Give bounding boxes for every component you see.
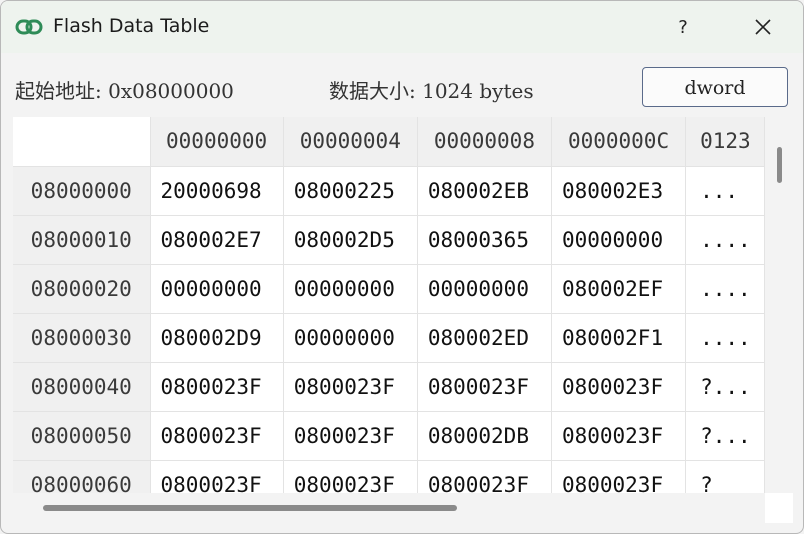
column-header-ascii[interactable]: 0123 (685, 117, 765, 167)
info-bar: 起始地址: 0x08000000 数据大小: 1024 bytes dword (1, 53, 803, 117)
help-button[interactable]: ? (665, 11, 701, 45)
table-row: 08000010 080002E7 080002D5 08000365 0000… (13, 215, 765, 265)
start-address-label: 起始地址: 0x08000000 (15, 79, 234, 103)
table-row: 08000020 00000000 00000000 00000000 0800… (13, 264, 765, 314)
table-cell[interactable]: 0800023F (551, 362, 687, 412)
table-cell[interactable]: 0800023F (551, 460, 687, 493)
row-address[interactable]: 08000010 (13, 215, 151, 265)
corner-header (13, 117, 151, 167)
column-header[interactable]: 00000004 (283, 117, 418, 167)
row-address[interactable]: 08000050 (13, 411, 151, 461)
table-cell[interactable]: 00000000 (283, 264, 418, 314)
table-cell[interactable]: 0800023F (150, 362, 284, 412)
row-address[interactable]: 08000060 (13, 460, 151, 493)
row-address[interactable]: 08000040 (13, 362, 151, 412)
horizontal-scrollbar[interactable] (13, 493, 765, 523)
vertical-scrollbar[interactable] (765, 117, 803, 493)
table-cell[interactable]: 00000000 (150, 264, 284, 314)
table-cell[interactable]: 20000698 (150, 166, 284, 216)
ascii-cell[interactable]: ... (685, 166, 765, 216)
row-address[interactable]: 08000030 (13, 313, 151, 363)
table-cell[interactable]: 08000365 (417, 215, 552, 265)
column-header[interactable]: 00000000 (150, 117, 284, 167)
ascii-cell[interactable]: ?... (685, 411, 765, 461)
table-cell[interactable]: 0800023F (283, 411, 418, 461)
table-cell[interactable]: 0800023F (417, 362, 552, 412)
vertical-scroll-thumb[interactable] (777, 147, 782, 183)
table-cell[interactable]: 00000000 (417, 264, 552, 314)
table-cell[interactable]: 00000000 (283, 313, 418, 363)
table-cell[interactable]: 0800023F (283, 362, 418, 412)
table-cell[interactable]: 08000225 (283, 166, 418, 216)
table-cell[interactable]: 080002E3 (551, 166, 687, 216)
data-grid: 00000000 00000004 00000008 0000000C 0123… (13, 117, 765, 493)
header-row: 00000000 00000004 00000008 0000000C 0123 (13, 117, 765, 167)
table-cell[interactable]: 080002ED (417, 313, 552, 363)
table-row: 08000040 0800023F 0800023F 0800023F 0800… (13, 362, 765, 412)
table-cell[interactable]: 080002EB (417, 166, 552, 216)
table-row: 08000000 20000698 08000225 080002EB 0800… (13, 166, 765, 216)
table-row: 08000030 080002D9 00000000 080002ED 0800… (13, 313, 765, 363)
horizontal-scroll-thumb[interactable] (43, 505, 457, 511)
table-row: 08000060 0800023F 0800023F 0800023F 0800… (13, 460, 765, 493)
data-table[interactable]: 00000000 00000004 00000008 0000000C 0123… (13, 117, 765, 493)
table-cell[interactable]: 080002F1 (551, 313, 687, 363)
link-icon (15, 19, 43, 35)
ascii-cell[interactable]: ? (685, 460, 765, 493)
table-cell[interactable]: 080002DB (417, 411, 552, 461)
table-cell[interactable]: 0800023F (150, 411, 284, 461)
table-cell[interactable]: 080002E7 (150, 215, 284, 265)
row-address[interactable]: 08000020 (13, 264, 151, 314)
table-cell[interactable]: 080002D5 (283, 215, 418, 265)
table-cell[interactable]: 00000000 (551, 215, 687, 265)
table-cell[interactable]: 0800023F (150, 460, 284, 493)
ascii-cell[interactable]: .... (685, 264, 765, 314)
row-address[interactable]: 08000000 (13, 166, 151, 216)
table-cell[interactable]: 0800023F (417, 460, 552, 493)
table-cell[interactable]: 0800023F (551, 411, 687, 461)
close-icon[interactable] (741, 9, 785, 45)
flash-data-table-window: Flash Data Table ? 起始地址: 0x08000000 数据大小… (0, 0, 804, 534)
table-cell[interactable]: 080002EF (551, 264, 687, 314)
column-header[interactable]: 0000000C (551, 117, 687, 167)
ascii-cell[interactable]: ?... (685, 362, 765, 412)
table-row: 08000050 0800023F 0800023F 080002DB 0800… (13, 411, 765, 461)
title-bar: Flash Data Table ? (1, 1, 803, 53)
window-title: Flash Data Table (53, 15, 210, 37)
display-mode-button[interactable]: dword (642, 67, 788, 107)
table-cell[interactable]: 0800023F (283, 460, 418, 493)
column-header[interactable]: 00000008 (417, 117, 552, 167)
ascii-cell[interactable]: .... (685, 215, 765, 265)
scrollbar-corner (765, 493, 793, 523)
ascii-cell[interactable]: .... (685, 313, 765, 363)
data-size-label: 数据大小: 1024 bytes (329, 79, 534, 103)
table-cell[interactable]: 080002D9 (150, 313, 284, 363)
